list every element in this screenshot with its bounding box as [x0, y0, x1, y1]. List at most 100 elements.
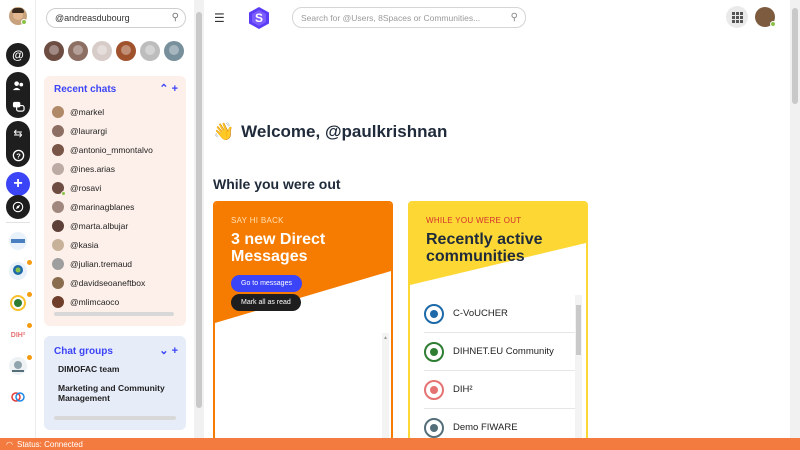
- mark-all-read-button[interactable]: Mark all as read: [231, 294, 301, 311]
- plus-icon[interactable]: +: [172, 83, 178, 95]
- chat-group-item[interactable]: DIMOFAC team: [58, 364, 176, 374]
- chat-username: @ines.arias: [70, 163, 116, 174]
- welcome-heading: 👋 Welcome, @paulkrishnan: [213, 122, 447, 142]
- mentions-button[interactable]: @: [6, 43, 30, 67]
- community-dimofac-icon[interactable]: [9, 232, 27, 250]
- recent-chats-title: Recent chats: [54, 84, 117, 95]
- online-indicator: [61, 190, 66, 196]
- chat-list-item[interactable]: @markel: [52, 102, 182, 121]
- search-icon[interactable]: ⚲: [511, 12, 518, 23]
- community-fiware-icon[interactable]: [9, 357, 27, 375]
- user-avatar[interactable]: [140, 41, 160, 61]
- chat-username: @julian.tremaud: [70, 258, 133, 269]
- chat-group-item[interactable]: Marketing and Community Management: [58, 383, 176, 403]
- chat-list-item[interactable]: @kasia: [52, 235, 182, 254]
- chat-groups-section: Chat groups ⌄ + DIMOFAC team Marketing a…: [44, 336, 186, 430]
- chat-groups-title: Chat groups: [54, 346, 113, 357]
- chat-avatar: [52, 200, 64, 213]
- user-avatar[interactable]: [116, 41, 136, 61]
- panel-scrollbar[interactable]: [194, 0, 204, 438]
- users-icon[interactable]: [9, 76, 27, 94]
- svg-text:DIH²: DIH²: [11, 332, 26, 339]
- chat-list-item[interactable]: @antonio_mmontalvo: [52, 140, 182, 159]
- community-cvoucher-icon[interactable]: [9, 262, 27, 280]
- horizontal-scrollbar[interactable]: [54, 312, 174, 316]
- chat-list-item[interactable]: @davidseoaneftbox: [52, 273, 182, 292]
- welcome-text: Welcome, @paulkrishnan: [241, 122, 448, 141]
- community-name: C-VoUCHER: [453, 308, 508, 319]
- waving-hand-icon: 👋: [213, 122, 235, 141]
- communities-list: C-VoUCHER DIHNET.EU Community DIH² Demo FIW…: [424, 295, 582, 439]
- horizontal-scrollbar[interactable]: [54, 416, 176, 420]
- chat-groups-controls: ⌄ +: [159, 344, 178, 357]
- chevron-down-icon[interactable]: ⌄: [159, 345, 168, 357]
- chat-list-item[interactable]: @marinagblanes: [52, 197, 182, 216]
- user-search-value: @andreasdubourg: [55, 13, 130, 23]
- chevron-up-icon[interactable]: ⌃: [159, 83, 168, 95]
- recent-chats-list: @markel @laurargi @antonio_mmontalvo @ines.…: [52, 102, 182, 311]
- grid-icon[interactable]: [726, 6, 748, 28]
- chat-avatar: [52, 181, 66, 196]
- chat-list-item[interactable]: @laurargi: [52, 121, 182, 140]
- chat-avatar: [52, 162, 64, 175]
- card-scrollbar[interactable]: [575, 295, 582, 439]
- help-icon[interactable]: ?: [9, 146, 27, 164]
- go-to-messages-button[interactable]: Go to messages: [231, 275, 302, 292]
- chats-panel: @andreasdubourg ⚲ Recent chats ⌃ + @mark…: [36, 0, 194, 438]
- community-list-item[interactable]: DIHNET.EU Community: [424, 333, 582, 371]
- user-avatar[interactable]: [164, 41, 184, 61]
- status-bar: ◠ Status: Connected: [0, 438, 800, 450]
- community-ring-icon[interactable]: [9, 388, 27, 406]
- dm-kicker: SAY HI BACK: [231, 216, 284, 225]
- search-icon[interactable]: ⚲: [172, 12, 179, 23]
- user-avatar[interactable]: [92, 41, 112, 61]
- user-avatar[interactable]: [44, 41, 64, 61]
- community-name: DIH²: [453, 384, 473, 395]
- chat-bubbles-icon[interactable]: [9, 97, 27, 115]
- notification-dot: [27, 260, 32, 265]
- community-list-item[interactable]: C-VoUCHER: [424, 295, 582, 333]
- explore-compass-icon[interactable]: [6, 195, 30, 219]
- status-text: Status: Connected: [16, 439, 83, 449]
- community-list-item[interactable]: Demo FIWARE: [424, 409, 582, 439]
- community-dihnet-icon[interactable]: [9, 294, 27, 312]
- switch-arrows-icon[interactable]: ⇆: [9, 124, 27, 142]
- chat-list-item[interactable]: @ines.arias: [52, 159, 182, 178]
- chat-list-item[interactable]: @julian.tremaud: [52, 254, 182, 273]
- recent-chats-section: Recent chats ⌃ + @markel @laurargi @antoni…: [44, 76, 186, 326]
- community-logo-icon: [424, 417, 444, 438]
- community-name: Demo FIWARE: [453, 422, 518, 433]
- hamburger-menu-icon[interactable]: ☰: [214, 11, 225, 25]
- app-rail: @ ⇆ ? + DIH²: [0, 0, 36, 438]
- chat-avatar: [52, 124, 64, 137]
- user-search-field[interactable]: @andreasdubourg ⚲: [46, 8, 186, 28]
- community-dih2-icon[interactable]: DIH²: [9, 325, 27, 343]
- community-logo-icon: [424, 341, 444, 362]
- community-list-item[interactable]: DIH²: [424, 371, 582, 409]
- top-bar: ☰ S Search for @Users, 8Spaces or Commun…: [204, 0, 790, 36]
- add-button[interactable]: +: [6, 172, 30, 196]
- global-search-input[interactable]: Search for @Users, 8Spaces or Communitie…: [292, 7, 526, 28]
- wifi-icon: ◠: [6, 439, 13, 449]
- online-users-row: [44, 41, 184, 61]
- app-logo[interactable]: S: [248, 6, 270, 30]
- svg-text:S: S: [255, 11, 263, 25]
- community-logo-icon: [424, 303, 444, 324]
- chat-list-item[interactable]: @rosavi: [52, 178, 182, 197]
- plus-icon[interactable]: +: [172, 345, 178, 357]
- notification-dot: [27, 292, 32, 297]
- chat-username: @davidseoaneftbox: [70, 277, 146, 288]
- chat-username: @kasia: [70, 239, 99, 250]
- chat-avatar: [52, 257, 64, 270]
- card-scrollbar[interactable]: ▲: [382, 333, 389, 439]
- chat-list-item[interactable]: @mlimcaoco: [52, 292, 182, 311]
- dm-headline: 3 new Direct Messages: [231, 231, 326, 265]
- global-search-placeholder: Search for @Users, 8Spaces or Communitie…: [301, 13, 481, 23]
- chat-username: @markel: [70, 106, 105, 117]
- chat-username: @marta.albujar: [70, 220, 129, 231]
- main-scrollbar[interactable]: [790, 0, 800, 438]
- rail-divider: [6, 222, 30, 223]
- user-avatar[interactable]: [68, 41, 88, 61]
- chat-list-item[interactable]: @marta.albujar: [52, 216, 182, 235]
- community-logo-icon: [424, 379, 444, 400]
